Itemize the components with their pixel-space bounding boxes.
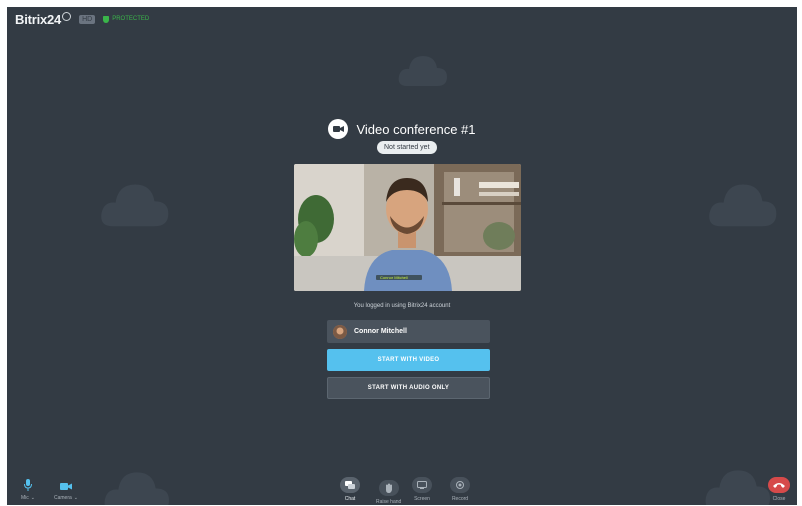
raise-hand-button[interactable]: Raise hand xyxy=(376,480,401,505)
camera-icon xyxy=(60,483,72,490)
close-label: Close xyxy=(772,496,786,502)
screen-share-button[interactable]: Screen xyxy=(412,477,432,502)
chat-label: Chat xyxy=(344,496,356,502)
video-camera-icon xyxy=(328,119,349,139)
camera-label: Camera xyxy=(54,495,72,501)
camera-preview-image: Connor Mitchell xyxy=(294,164,521,291)
cloud-icon xyxy=(709,184,777,227)
record-label: Record xyxy=(451,496,469,502)
hand-icon xyxy=(378,480,399,496)
preview-name-tag: Connor Mitchell xyxy=(380,275,408,280)
mic-control[interactable]: Mic ⌄ xyxy=(21,479,35,501)
raise-hand-label: Raise hand xyxy=(376,499,402,505)
status-badge: Not started yet xyxy=(377,141,437,154)
mic-label: Mic xyxy=(21,495,29,501)
chevron-down-icon[interactable]: ⌄ xyxy=(31,495,35,501)
cloud-icon xyxy=(398,56,447,86)
camera-preview: Connor Mitchell xyxy=(294,164,521,291)
screen-label: Screen xyxy=(414,496,430,502)
camera-control[interactable]: Camera ⌄ xyxy=(54,482,78,501)
conference-header: Video conference #1 xyxy=(7,119,797,139)
user-name: Connor Mitchell xyxy=(354,328,407,335)
login-message: You logged in using Bitrix24 account xyxy=(353,303,451,309)
screen-icon xyxy=(412,477,432,493)
shield-icon xyxy=(103,15,110,23)
bottom-toolbar: Mic ⌄ Camera ⌄ Chat Raise hand Screen Re… xyxy=(7,469,797,505)
chat-icon xyxy=(340,477,360,493)
record-button[interactable]: Record xyxy=(450,477,470,502)
bitrix24-logo: Bitrix24 xyxy=(15,11,72,27)
chevron-down-icon[interactable]: ⌄ xyxy=(74,495,78,501)
chat-button[interactable]: Chat xyxy=(340,477,360,502)
hd-badge: HD xyxy=(79,14,96,24)
record-icon xyxy=(450,477,470,493)
clock-icon xyxy=(62,11,72,21)
close-call-button[interactable]: Close xyxy=(768,477,790,502)
protected-indicator: PROTECTED xyxy=(103,15,149,23)
microphone-icon xyxy=(23,479,32,491)
conference-title: Video conference #1 xyxy=(356,121,476,137)
user-account-row[interactable]: Connor Mitchell xyxy=(327,320,490,343)
conference-window: Bitrix24 HD PROTECTED Video conference #… xyxy=(7,7,797,505)
start-with-video-button[interactable]: START WITH VIDEO xyxy=(327,349,490,371)
avatar xyxy=(333,324,347,339)
start-with-audio-only-button[interactable]: START WITH AUDIO ONLY xyxy=(327,377,490,399)
top-bar: Bitrix24 HD PROTECTED xyxy=(7,7,797,31)
hang-up-icon xyxy=(768,477,790,493)
cloud-icon xyxy=(101,184,169,227)
